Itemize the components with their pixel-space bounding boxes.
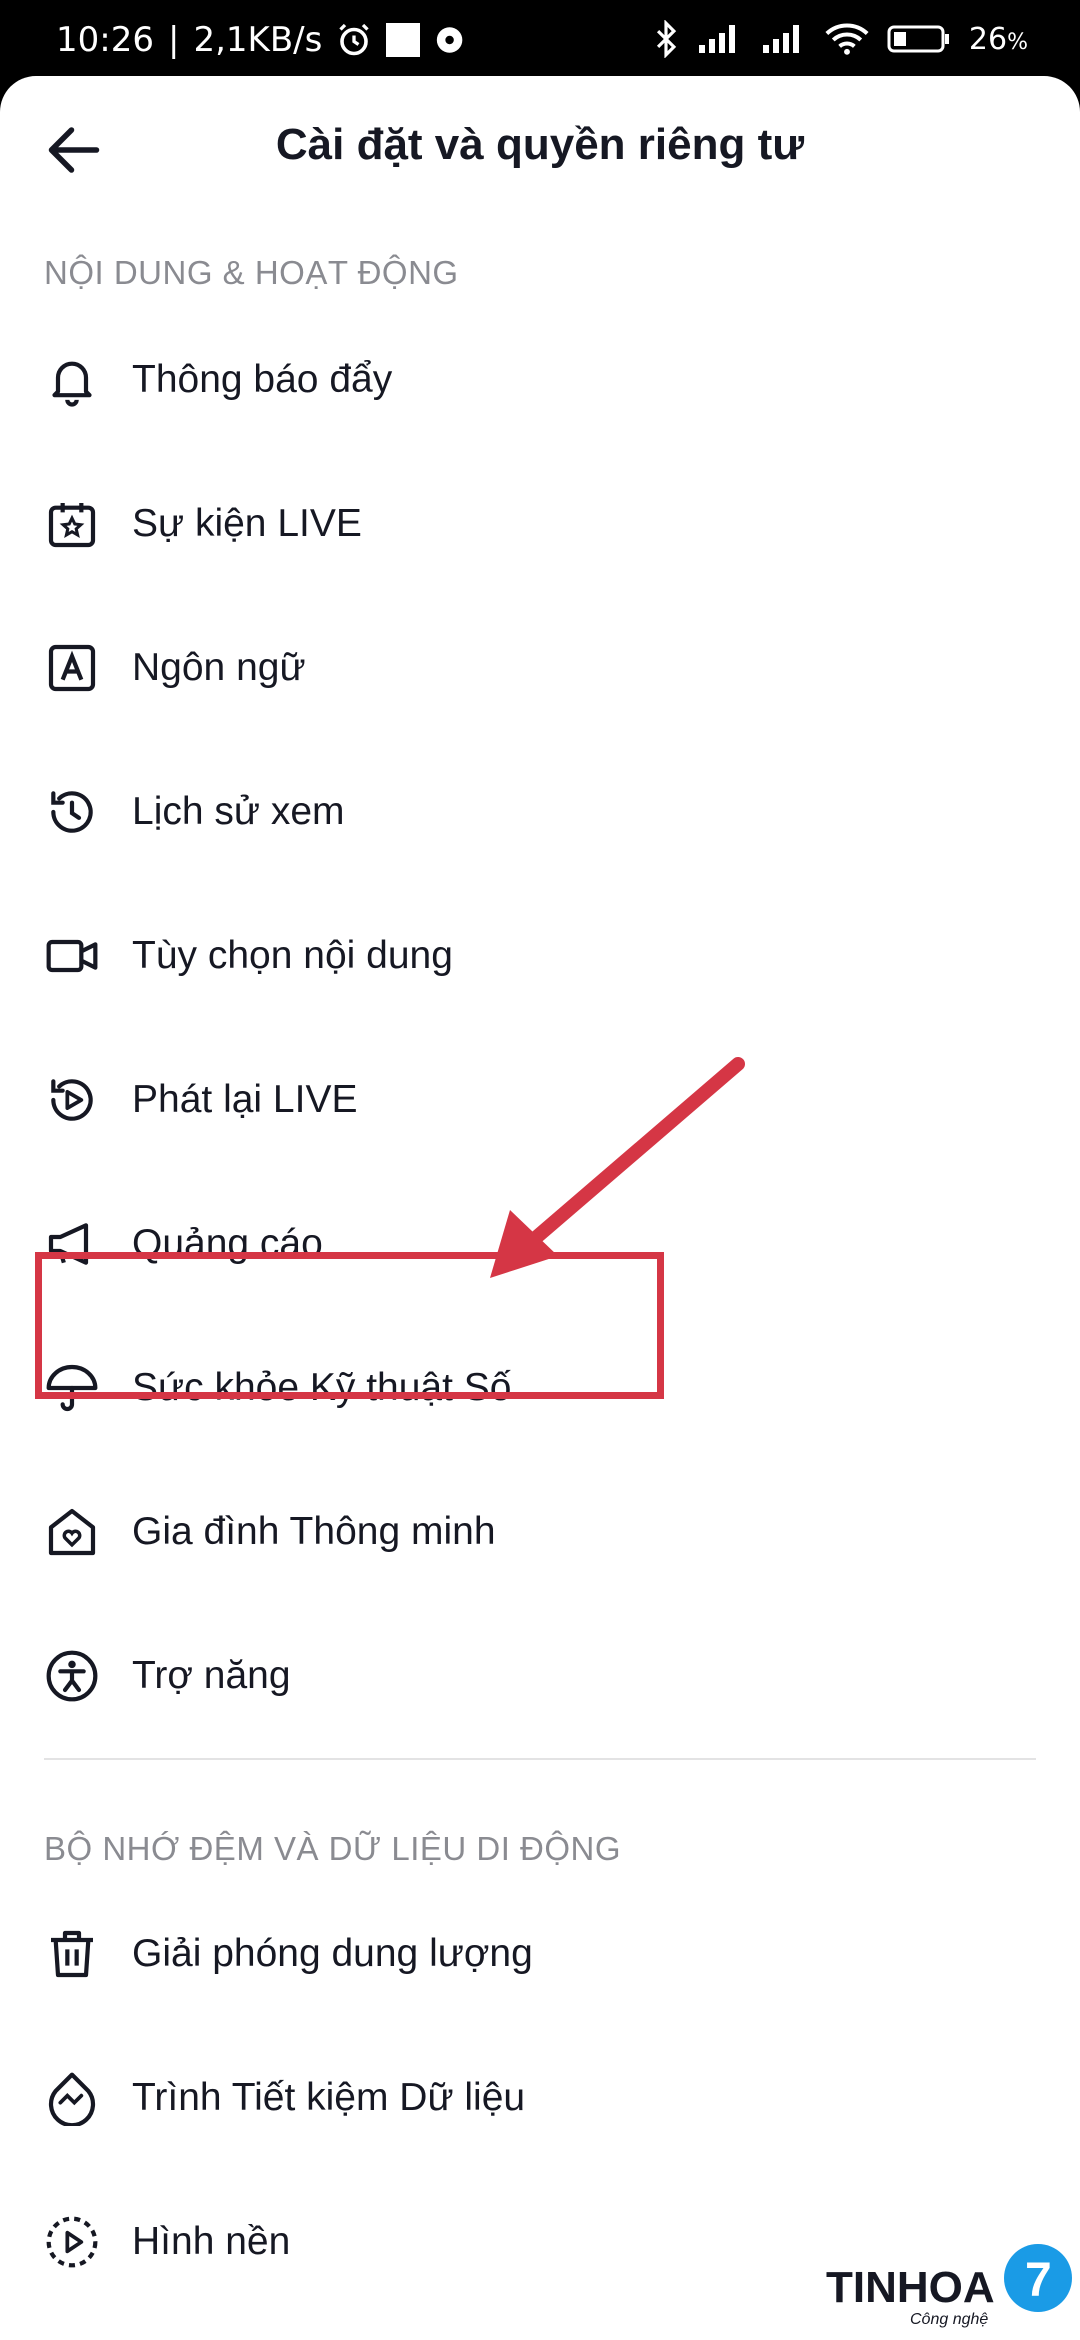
menu-item-data-saver[interactable]: Trình Tiết kiệm Dữ liệu (0, 2026, 1080, 2170)
header: Cài đặt và quyền riêng tư (0, 76, 1080, 216)
pointer-arrow-icon (490, 1057, 745, 1278)
page-title: Cài đặt và quyền riêng tư (275, 120, 805, 169)
battery-level: 26% (968, 21, 1028, 57)
alarm-icon (339, 23, 369, 56)
menu-item-label: Giải phóng dung lượng (132, 1932, 533, 1975)
section-title-content-activity: NỘI DUNG & HOẠT ĐỘNG (44, 254, 459, 291)
calendar-star-icon (48, 503, 96, 548)
media-icon (437, 27, 463, 53)
language-icon (48, 644, 96, 692)
bell-icon (52, 361, 92, 407)
status-separator: | (167, 20, 180, 60)
menu-item-label: Trình Tiết kiệm Dữ liệu (132, 2076, 526, 2119)
menu-item-label: Ngôn ngữ (132, 646, 306, 689)
menu-item-push-notifications[interactable]: Thông báo đẩy (0, 308, 1080, 452)
menu-item-content-preferences[interactable]: Tùy chọn nội dung (0, 884, 1080, 1028)
menu-item-label: Phát lại LIVE (132, 1078, 358, 1121)
menu-item-label: Tùy chọn nội dung (132, 934, 453, 977)
accessibility-icon (46, 1650, 98, 1702)
menu-item-label: Hình nền (132, 2220, 291, 2263)
menu-item-label: Thông báo đẩy (132, 358, 393, 401)
svg-text:Công nghệ: Công nghệ (910, 2311, 988, 2328)
signal-icon-1 (698, 25, 735, 53)
home-heart-icon (48, 1508, 96, 1556)
video-camera-icon (46, 939, 98, 973)
replay-icon (51, 1079, 93, 1121)
notification-square-icon (386, 23, 421, 57)
history-icon (51, 791, 93, 833)
watermark-logo: TINHOA 7 Công nghệ (826, 2244, 1072, 2328)
menu-item-live-events[interactable]: Sự kiện LIVE (0, 452, 1080, 596)
wifi-icon (825, 23, 869, 55)
menu-item-accessibility[interactable]: Trợ năng (0, 1604, 1080, 1748)
svg-text:7: 7 (1025, 2254, 1052, 2307)
menu-item-label: Gia đình Thông minh (132, 1510, 496, 1553)
trash-icon (51, 1930, 93, 1978)
menu-item-free-up-space[interactable]: Giải phóng dung lượng (0, 1882, 1080, 2026)
menu-item-label: Trợ năng (132, 1654, 291, 1697)
signal-icon-2 (762, 25, 799, 53)
menu-item-label: Sự kiện LIVE (132, 502, 362, 545)
svg-text:TINHOA: TINHOA (826, 2263, 995, 2312)
bluetooth-icon (656, 20, 677, 58)
section-title-cache-data: BỘ NHỚ ĐỆM VÀ DỮ LIỆU DI ĐỘNG (44, 1830, 622, 1867)
menu-item-language[interactable]: Ngôn ngữ (0, 596, 1080, 740)
menu-item-label: Lịch sử xem (132, 790, 345, 833)
section-divider (44, 1758, 1036, 1760)
status-network-speed: 2,1KB/s (193, 20, 323, 60)
wallpaper-icon (46, 2216, 98, 2268)
data-saver-icon (48, 2072, 96, 2126)
status-time: 10:26 (56, 20, 154, 60)
battery-icon (887, 25, 949, 53)
status-bar: 10:26 | 2,1KB/s 26% (0, 0, 1080, 76)
menu-item-watch-history[interactable]: Lịch sử xem (0, 740, 1080, 884)
menu-item-family-pairing[interactable]: Gia đình Thông minh (0, 1460, 1080, 1604)
